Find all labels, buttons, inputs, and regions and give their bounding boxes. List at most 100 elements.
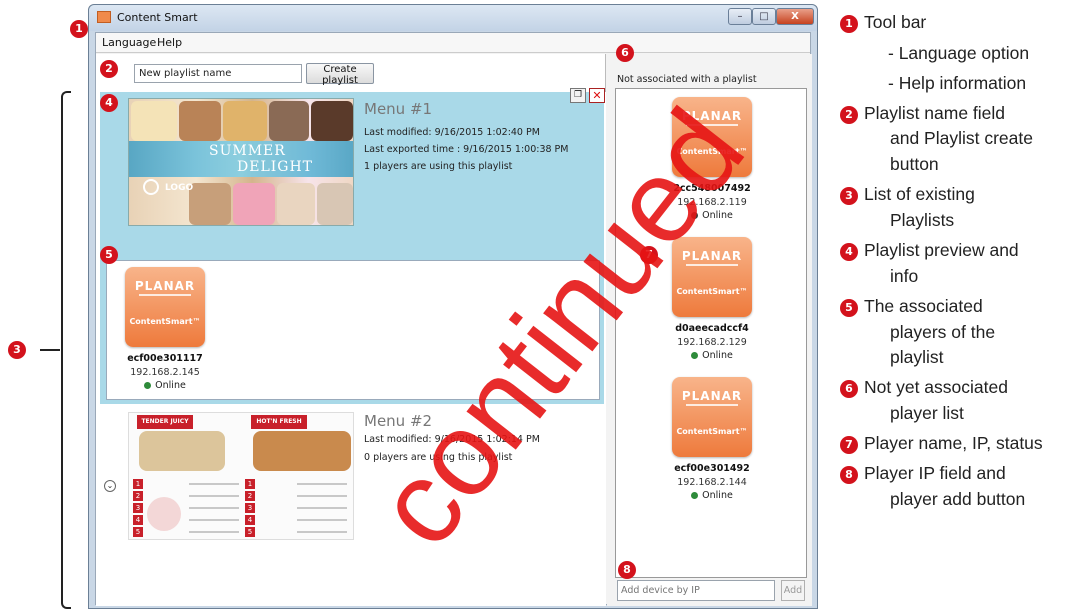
thumbnail-tag-2: HOT'N FRESH CROISSANT <box>251 415 307 439</box>
legend-badge: 1 <box>840 15 858 33</box>
tile-brand: PLANAR <box>681 249 743 263</box>
add-device-ip-input[interactable] <box>617 580 775 601</box>
player-status: Online <box>660 350 764 361</box>
create-playlist-button[interactable]: Create playlist <box>306 63 374 86</box>
associated-players[interactable]: PLANAR ContentSmart™ ecf00e301117 192.16… <box>106 260 600 400</box>
legend-item: 8 Player IP field and <box>840 463 1006 484</box>
legend-text: The associated <box>864 296 983 316</box>
menu-line <box>189 519 239 521</box>
menu-line <box>189 531 239 533</box>
menu-line <box>297 519 347 521</box>
window-title: Content Smart <box>117 11 198 24</box>
legend-badge: 8 <box>840 466 858 484</box>
delete-playlist-icon[interactable]: ✕ <box>589 88 605 103</box>
online-dot-icon <box>691 212 699 219</box>
legend-item: 7 Player name, IP, status <box>840 433 1043 454</box>
item-number: 5 <box>133 527 143 537</box>
menu-line <box>297 531 347 533</box>
legend-badge: 2 <box>840 106 858 124</box>
playlists-bracket <box>61 91 71 609</box>
legend-text: Tool bar <box>864 12 927 32</box>
player-ip: 192.168.2.144 <box>677 477 747 488</box>
close-button[interactable]: X <box>776 8 814 25</box>
menu-language[interactable]: Language <box>102 36 156 49</box>
legend-subitem: and Playlist create <box>890 128 1033 148</box>
player-card[interactable]: PLANAR ContentSmart™ ecf00e301117 192.16… <box>113 267 213 397</box>
thumbnail-logo-text: LOGO <box>165 183 194 193</box>
legend-subitem: player list <box>890 403 964 423</box>
planar-tile-icon: PLANAR ContentSmart™ <box>125 267 205 347</box>
legend-badge: 4 <box>840 243 858 261</box>
food-image <box>233 183 275 225</box>
callout-8: 8 <box>618 561 636 579</box>
legend-subitem: info <box>890 266 919 286</box>
food-image <box>277 183 315 225</box>
food-image <box>179 101 221 141</box>
item-number: 2 <box>133 491 143 501</box>
player-name: ecf00e301492 <box>674 463 750 474</box>
player-status-text: Online <box>155 380 186 391</box>
last-modified: Last modified: 9/16/2015 1:02:14 PM <box>364 434 540 445</box>
online-dot-icon <box>691 492 699 499</box>
menu-line <box>297 483 347 485</box>
food-image <box>269 101 309 141</box>
player-status: Online <box>660 210 764 221</box>
item-number: 1 <box>133 479 143 489</box>
callout-6: 6 <box>616 44 634 62</box>
item-number: 3 <box>245 503 255 513</box>
playlist-name-input[interactable] <box>134 64 302 83</box>
food-image <box>147 497 181 531</box>
playlist-item[interactable]: ⌄ TENDER JUICY CHICKEN HOT'N FRESH CROIS… <box>100 406 604 606</box>
expand-down-icon[interactable]: ⌄ <box>104 480 116 492</box>
player-card[interactable]: PLANAR ContentSmart™ d0aeecadccf4 192.16… <box>660 237 760 367</box>
thumbnail-headline-2: DELIGHT <box>237 159 314 175</box>
legend-item: 1 Tool bar <box>840 12 926 33</box>
player-status-text: Online <box>702 350 733 361</box>
menu-help[interactable]: Help <box>157 36 182 49</box>
player-status-text: Online <box>702 210 733 221</box>
item-number: 4 <box>245 515 255 525</box>
callout-2: 2 <box>100 60 118 78</box>
add-device-button[interactable]: Add <box>781 580 805 601</box>
menu-line <box>189 495 239 497</box>
player-ip: 192.168.2.129 <box>677 337 747 348</box>
title-bar[interactable]: Content Smart – □ X <box>89 5 817 31</box>
maximize-button[interactable]: □ <box>752 8 776 25</box>
copy-playlist-icon[interactable]: ❐ <box>570 88 586 103</box>
playlist-thumbnail: SUMMER DELIGHT LOGO <box>128 98 354 226</box>
legend-text: Playlist name field <box>864 103 1006 123</box>
player-status: Online <box>660 490 764 501</box>
menu-line <box>189 483 239 485</box>
legend-subitem: playlist <box>890 347 944 367</box>
tile-product: ContentSmart™ <box>676 427 748 436</box>
players-using-count: 1 players are using this playlist <box>364 161 513 172</box>
unassociated-player-list[interactable]: PLANAR ContentSmart™ 2cc548007492 192.16… <box>615 88 807 578</box>
item-number: 5 <box>245 527 255 537</box>
food-image <box>139 431 225 471</box>
legend-item: 4 Playlist preview and <box>840 240 1019 261</box>
item-number: 4 <box>133 515 143 525</box>
tile-product: ContentSmart™ <box>676 287 748 296</box>
thumbnail-tag-1: TENDER JUICY CHICKEN <box>137 415 193 439</box>
item-number: 2 <box>245 491 255 501</box>
bracket-connector <box>40 349 60 351</box>
minimize-button[interactable]: – <box>728 8 752 25</box>
tile-divider <box>686 124 738 126</box>
legend-subitem: Playlists <box>890 210 955 230</box>
legend-subitem: - Help information <box>888 73 1027 93</box>
app-logo-icon <box>97 11 111 23</box>
last-exported: Last exported time : 9/16/2015 1:00:38 P… <box>364 144 569 155</box>
tile-brand: PLANAR <box>681 109 743 123</box>
legend-subitem: players of the <box>890 322 996 342</box>
food-image <box>189 183 231 225</box>
player-card[interactable]: PLANAR ContentSmart™ 2cc548007492 192.16… <box>660 97 760 227</box>
player-card[interactable]: PLANAR ContentSmart™ ecf00e301492 192.16… <box>660 377 760 507</box>
playlist-item[interactable]: ⌃ <box>100 88 605 404</box>
players-using-count: 0 players are using this playlist <box>364 452 513 463</box>
planar-tile-icon: PLANAR ContentSmart™ <box>672 237 752 317</box>
menu-bar: Language Help <box>96 33 810 53</box>
menu-line <box>297 495 347 497</box>
tile-divider <box>686 264 738 266</box>
player-ip: 192.168.2.119 <box>677 197 747 208</box>
playlist-list[interactable]: ⌃ <box>100 88 606 606</box>
